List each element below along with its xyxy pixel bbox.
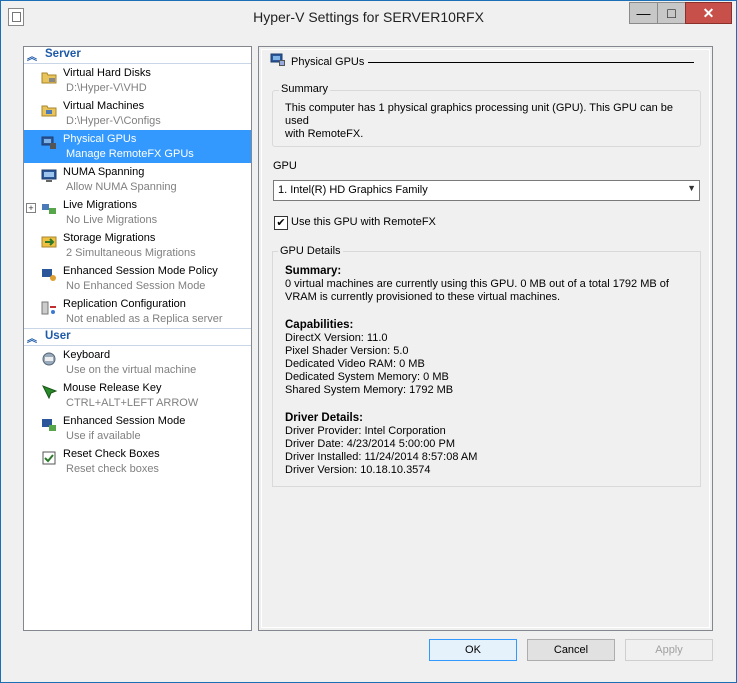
sidebar-item-subtitle: No Live Migrations (66, 214, 158, 226)
collapse-icon[interactable]: ︽ (27, 48, 37, 63)
sidebar-item-subtitle: 2 Simultaneous Migrations (66, 247, 196, 259)
gpu-details-label: GPU Details (278, 245, 343, 257)
title-bar[interactable]: Hyper-V Settings for SERVER10RFX — □ ✕ (1, 1, 736, 33)
sidebar-item-label: Replication Configuration (63, 298, 186, 310)
section-header: Physical GPUs (258, 46, 711, 76)
category-label: User (45, 330, 71, 342)
window-title: Hyper-V Settings for SERVER10RFX (253, 9, 484, 25)
category-user[interactable]: ︽ User (24, 328, 251, 346)
replication-icon (41, 300, 57, 316)
sidebar-item-replication-configuration[interactable]: Replication Configuration Not enabled as … (24, 295, 251, 328)
details-capabilities: Capabilities: DirectX Version: 11.0 Pixe… (285, 319, 453, 397)
chevron-down-icon[interactable]: ▼ (687, 183, 696, 193)
sidebar-item-label: Physical GPUs (63, 133, 137, 145)
numa-icon (41, 168, 57, 184)
sidebar-item-label: Enhanced Session Mode Policy (63, 265, 218, 277)
sidebar-item-subtitle: No Enhanced Session Mode (66, 280, 206, 292)
sidebar-item-label: Virtual Hard Disks (63, 67, 151, 79)
gpu-icon (41, 135, 57, 151)
session-mode-icon (41, 417, 57, 433)
cancel-button[interactable]: Cancel (527, 639, 615, 661)
sidebar-item-physical-gpus[interactable]: Physical GPUs Manage RemoteFX GPUs (24, 130, 251, 163)
migration-icon (41, 201, 57, 217)
minimize-button[interactable]: — (629, 2, 657, 24)
remotefx-checkbox-label[interactable]: Use this GPU with RemoteFX (291, 216, 436, 228)
summary-label: Summary (279, 83, 331, 95)
driver-line: Driver Provider: Intel Corporation (285, 425, 446, 437)
sidebar-item-label: Virtual Machines (63, 100, 145, 112)
sidebar-item-enhanced-session-mode[interactable]: Enhanced Session Mode Use if available (24, 412, 251, 445)
sidebar-item-subtitle: Not enabled as a Replica server (66, 313, 223, 325)
sidebar-item-virtual-machines[interactable]: Virtual Machines D:\Hyper-V\Configs (24, 97, 251, 130)
expand-icon[interactable]: + (26, 203, 36, 213)
sidebar-item-subtitle: Use on the virtual machine (66, 364, 197, 376)
sidebar-item-numa-spanning[interactable]: NUMA Spanning Allow NUMA Spanning (24, 163, 251, 196)
keyboard-icon (41, 351, 57, 367)
sidebar-item-subtitle: D:\Hyper-V\Configs (66, 115, 161, 127)
mouse-key-icon (41, 384, 58, 400)
details-driver: Driver Details: Driver Provider: Intel C… (285, 412, 477, 477)
session-policy-icon (41, 267, 57, 283)
category-server[interactable]: ︽ Server (24, 47, 251, 64)
sidebar-item-subtitle: Manage RemoteFX GPUs (66, 148, 194, 160)
sidebar-item-live-migrations[interactable]: + Live Migrations No Live Migrations (24, 196, 251, 229)
sidebar-item-label: Mouse Release Key (63, 382, 162, 394)
sidebar-item-reset-check-boxes[interactable]: Reset Check Boxes Reset check boxes (24, 445, 251, 478)
ok-button[interactable]: OK (429, 639, 517, 661)
capability-line: DirectX Version: 11.0 (285, 332, 388, 344)
gpu-icon (270, 53, 285, 66)
sidebar-item-label: NUMA Spanning (63, 166, 145, 178)
sidebar-item-storage-migrations[interactable]: Storage Migrations 2 Simultaneous Migrati… (24, 229, 251, 262)
details-summary-text: 0 virtual machines are currently using t… (285, 278, 669, 303)
capability-line: Dedicated Video RAM: 0 MB (285, 358, 425, 370)
folder-vm-icon (41, 102, 57, 118)
details-summary-heading: Summary: (285, 265, 342, 277)
gpu-label: GPU (273, 160, 297, 172)
sidebar-item-virtual-hard-disks[interactable]: Virtual Hard Disks D:\Hyper-V\VHD (24, 64, 251, 97)
capabilities-heading: Capabilities: (285, 319, 354, 331)
close-button[interactable]: ✕ (685, 2, 732, 24)
details-summary: Summary: 0 virtual machines are currentl… (285, 265, 685, 304)
reset-checkbox-icon (41, 450, 57, 466)
sidebar-item-subtitle: Use if available (66, 430, 141, 442)
category-label: Server (45, 48, 81, 60)
sidebar-item-subtitle: D:\Hyper-V\VHD (66, 82, 147, 94)
maximize-button[interactable]: □ (657, 2, 685, 24)
remotefx-checkbox[interactable]: ✔ (274, 216, 288, 230)
driver-heading: Driver Details: (285, 412, 363, 424)
sidebar-item-subtitle: Allow NUMA Spanning (66, 181, 177, 193)
section-divider (368, 62, 694, 63)
capability-line: Shared System Memory: 1792 MB (285, 384, 454, 396)
folder-disk-icon (41, 69, 57, 85)
gpu-select[interactable]: 1. Intel(R) HD Graphics Family ▼ (273, 180, 700, 201)
driver-line: Driver Installed: 11/24/2014 8:57:08 AM (285, 451, 478, 463)
sidebar-item-subtitle: Reset check boxes (66, 463, 159, 475)
sidebar-item-label: Live Migrations (63, 199, 137, 211)
sidebar-item-enhanced-session-mode-policy[interactable]: Enhanced Session Mode Policy No Enhanced … (24, 262, 251, 295)
apply-button[interactable]: Apply (625, 639, 713, 661)
gpu-select-value: 1. Intel(R) HD Graphics Family (278, 184, 428, 196)
settings-tree[interactable]: ︽ Server Virtual Hard Disks D:\Hyper-V\VH… (23, 46, 252, 631)
sidebar-item-keyboard[interactable]: Keyboard Use on the virtual machine (24, 346, 251, 379)
sidebar-item-mouse-release-key[interactable]: Mouse Release Key CTRL+ALT+LEFT ARROW (24, 379, 251, 412)
storage-migration-icon (41, 234, 57, 250)
settings-window: Hyper-V Settings for SERVER10RFX — □ ✕ ︽… (0, 0, 737, 683)
driver-line: Driver Date: 4/23/2014 5:00:00 PM (285, 438, 455, 450)
sidebar-item-subtitle: CTRL+ALT+LEFT ARROW (66, 397, 199, 409)
sidebar-item-label: Enhanced Session Mode (63, 415, 186, 427)
sidebar-item-label: Storage Migrations (63, 232, 156, 244)
section-title: Physical GPUs (291, 56, 365, 68)
collapse-icon[interactable]: ︽ (27, 330, 37, 345)
capability-line: Dedicated System Memory: 0 MB (285, 371, 449, 383)
driver-line: Driver Version: 10.18.10.3574 (285, 464, 431, 476)
sidebar-item-label: Keyboard (63, 349, 111, 361)
summary-text: This computer has 1 physical graphics pr… (285, 102, 674, 140)
capability-line: Pixel Shader Version: 5.0 (285, 345, 409, 357)
sidebar-item-label: Reset Check Boxes (63, 448, 160, 460)
